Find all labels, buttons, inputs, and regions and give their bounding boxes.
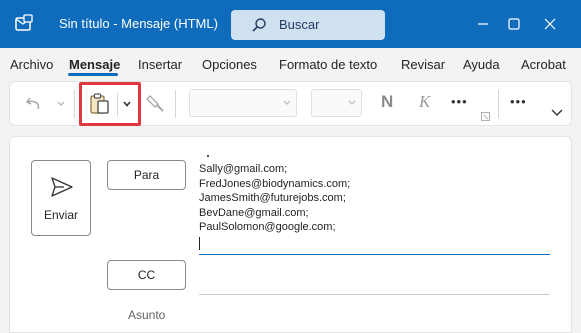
recipient-address: BevDane@gmail.com; xyxy=(199,206,309,219)
title-bar: Sin título - Mensaje (HTML) Buscar xyxy=(0,0,581,48)
recipient-address: Sally@gmail.com; xyxy=(199,163,288,175)
search-box[interactable]: Buscar xyxy=(231,10,385,40)
ribbon-overflow-button[interactable]: ••• xyxy=(510,94,527,109)
to-field-underline xyxy=(199,254,550,255)
outlook-message-icon xyxy=(15,14,33,31)
chevron-down-icon xyxy=(283,100,291,105)
search-icon xyxy=(252,18,266,32)
send-icon xyxy=(51,177,73,197)
italic-button[interactable]: K xyxy=(419,92,430,112)
format-painter-icon[interactable] xyxy=(145,93,167,115)
tab-formato-de-texto[interactable]: Formato de texto xyxy=(279,57,377,72)
ribbon-expand-icon[interactable] xyxy=(550,108,564,118)
tab-ayuda[interactable]: Ayuda xyxy=(463,57,500,72)
tab-opciones[interactable]: Opciones xyxy=(202,57,257,72)
cc-field-underline[interactable] xyxy=(199,294,550,295)
more-formatting-button[interactable]: ••• xyxy=(451,94,468,109)
ribbon-divider xyxy=(74,90,75,118)
undo-icon[interactable] xyxy=(24,94,44,114)
recipient-marker xyxy=(207,155,209,157)
send-label: Enviar xyxy=(43,208,78,222)
tab-revisar[interactable]: Revisar xyxy=(401,57,445,72)
font-name-combo[interactable] xyxy=(189,89,297,117)
recipient-address: PaulSolomon@google.com; xyxy=(199,221,336,233)
dialog-launcher-icon[interactable] xyxy=(481,112,490,121)
paste-highlight-box xyxy=(79,82,141,126)
search-label: Buscar xyxy=(279,17,320,32)
text-cursor xyxy=(199,237,200,250)
close-icon[interactable] xyxy=(536,10,564,38)
ribbon-divider xyxy=(175,90,176,118)
to-button[interactable]: Para xyxy=(107,160,186,190)
recipient-address: FredJones@biodynamics.com; xyxy=(199,177,351,190)
recipient-address: JamesSmith@futurejobs.com; xyxy=(199,192,346,204)
cc-button[interactable]: CC xyxy=(107,260,186,290)
tab-acrobat[interactable]: Acrobat xyxy=(521,57,566,72)
tab-insertar[interactable]: Insertar xyxy=(138,57,182,72)
maximize-icon[interactable] xyxy=(500,10,528,38)
window-title: Sin título - Mensaje (HTML) xyxy=(59,16,218,31)
font-size-combo[interactable] xyxy=(311,89,362,117)
send-button[interactable]: Enviar xyxy=(31,160,91,236)
ribbon-divider xyxy=(498,90,499,118)
undo-dropdown-icon[interactable] xyxy=(56,99,66,109)
active-tab-indicator xyxy=(68,73,118,76)
bold-button[interactable]: N xyxy=(381,92,393,112)
to-recipients-field[interactable]: Sally@gmail.com; FredJones@biodynamics.c… xyxy=(199,162,350,235)
tab-archivo[interactable]: Archivo xyxy=(10,57,53,72)
chevron-down-icon xyxy=(348,100,356,105)
tab-mensaje[interactable]: Mensaje xyxy=(69,57,120,72)
minimize-icon[interactable] xyxy=(469,10,497,38)
subject-label: Asunto xyxy=(128,308,166,322)
